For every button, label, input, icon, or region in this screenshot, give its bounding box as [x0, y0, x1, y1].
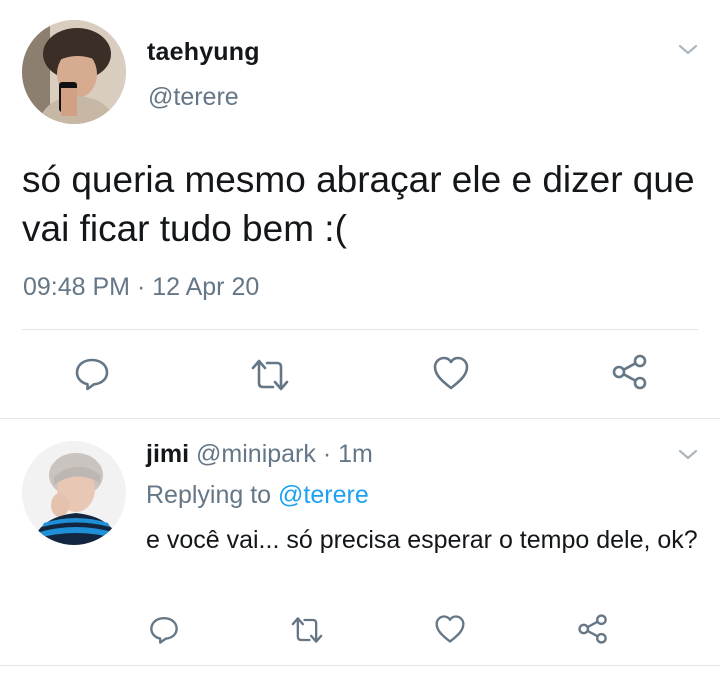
divider: [22, 329, 698, 330]
avatar[interactable]: [22, 441, 126, 545]
tweet-text: só queria mesmo abraçar ele e dizer que …: [22, 159, 695, 249]
user-handle[interactable]: @terere: [148, 83, 239, 112]
mention-link[interactable]: @terere: [278, 481, 369, 509]
divider: [0, 665, 720, 666]
retweet-icon: [249, 357, 291, 393]
like-button[interactable]: [432, 355, 470, 391]
like-icon: [432, 355, 470, 391]
like-icon: [434, 614, 466, 644]
replying-to-label: Replying to: [146, 481, 272, 509]
share-button[interactable]: [611, 353, 649, 391]
separator: ·: [315, 440, 339, 468]
main-tweet: taehyung @terere só queria mesmo abraçar…: [0, 0, 720, 418]
like-button[interactable]: [434, 614, 466, 644]
share-icon: [611, 353, 649, 391]
divider: [0, 418, 720, 419]
tweet-text: e você vai... só precisa esperar o tempo…: [146, 526, 698, 554]
chevron-down-icon[interactable]: [676, 38, 700, 62]
retweet-button[interactable]: [289, 615, 325, 645]
tweet-timestamp[interactable]: 09:48 PM · 12 Apr 20: [23, 273, 259, 302]
replying-to: Replying to @terere: [146, 481, 369, 510]
share-icon: [577, 613, 609, 645]
display-name[interactable]: jimi: [146, 440, 189, 468]
reply-button[interactable]: [148, 614, 180, 646]
share-button[interactable]: [577, 613, 609, 645]
chevron-down-icon[interactable]: [676, 443, 700, 467]
avatar[interactable]: [22, 20, 126, 124]
reply-icon: [148, 614, 180, 646]
retweet-icon: [289, 615, 325, 645]
retweet-button[interactable]: [249, 357, 291, 393]
reply-icon: [73, 355, 111, 393]
user-handle[interactable]: @minipark: [196, 440, 316, 468]
reply-header: jimi @minipark · 1m: [146, 440, 373, 469]
display-name[interactable]: taehyung: [147, 38, 260, 67]
tweet-age[interactable]: 1m: [338, 440, 373, 468]
reply-button[interactable]: [73, 355, 111, 393]
